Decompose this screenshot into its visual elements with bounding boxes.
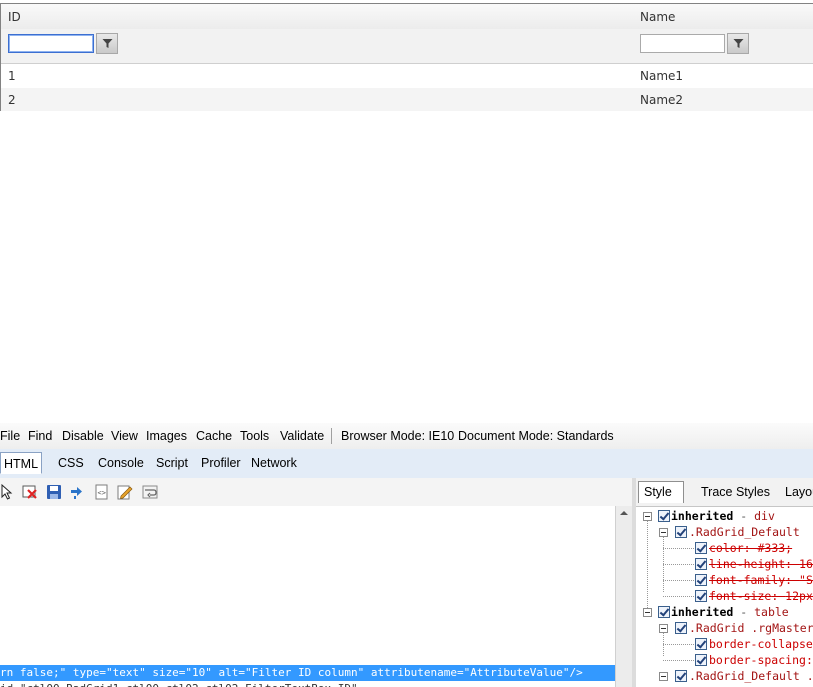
inherited-label: inherited <box>671 605 734 619</box>
rule-checkbox[interactable] <box>675 670 687 682</box>
tab-trace-styles[interactable]: Trace Styles <box>701 485 770 499</box>
edit-icon[interactable] <box>117 484 133 500</box>
rule-checkbox[interactable] <box>658 606 670 618</box>
tab-network[interactable]: Network <box>251 456 297 470</box>
table-row[interactable]: 2 Name2 <box>1 88 813 111</box>
column-header-name[interactable]: Name <box>640 10 675 24</box>
filter-name-button[interactable] <box>727 33 749 54</box>
property-name: line-height <box>709 557 786 571</box>
property-name: font-family <box>709 573 786 587</box>
rule-checkbox[interactable] <box>658 510 670 522</box>
inherited-label: inherited <box>671 509 734 523</box>
collapse-icon[interactable] <box>659 528 668 537</box>
css-selector: .RadGrid .rgMasterTable <box>689 621 813 635</box>
cell-name: Name2 <box>640 93 684 107</box>
separator-dash: - <box>733 605 755 619</box>
html-pane-scrollbar[interactable] <box>615 506 633 687</box>
menu-separator <box>331 428 332 444</box>
property-name: font-size <box>709 589 772 603</box>
tree-connector <box>647 520 648 608</box>
menu-file[interactable]: File <box>0 429 20 443</box>
filter-id-button[interactable] <box>96 33 118 54</box>
filter-icon <box>733 39 743 48</box>
property-name: border-spacing <box>709 653 806 667</box>
menu-images[interactable]: Images <box>146 429 187 443</box>
menu-find[interactable]: Find <box>28 429 52 443</box>
property-name: color <box>709 541 744 555</box>
menu-tools[interactable]: Tools <box>240 429 269 443</box>
property-value: #333; <box>757 541 793 555</box>
tab-css[interactable]: CSS <box>58 456 84 470</box>
style-tab-bar: Style Trace Styles Layout <box>636 478 813 507</box>
column-header-id[interactable]: ID <box>8 10 21 24</box>
document-mode-menu[interactable]: Document Mode: Standards <box>458 429 614 443</box>
radgrid: ID Name 1 Name1 2 Name2 <box>0 3 813 111</box>
tree-connector <box>663 548 696 549</box>
tree-connector <box>663 596 696 597</box>
cell-name: Name1 <box>640 69 684 83</box>
property-checkbox[interactable] <box>695 574 707 586</box>
grid-header: ID Name <box>1 4 813 30</box>
filter-row <box>1 29 813 64</box>
tab-style[interactable]: Style <box>638 481 684 503</box>
collapse-icon[interactable] <box>643 608 652 617</box>
filter-name-input[interactable] <box>640 34 725 53</box>
devtools-menu-bar: File Find Disable View Images Cache Tool… <box>0 423 813 450</box>
menu-cache[interactable]: Cache <box>196 429 232 443</box>
rule-checkbox[interactable] <box>675 622 687 634</box>
css-selector: .RadGrid_Default . <box>689 669 813 683</box>
property-checkbox[interactable] <box>695 654 707 666</box>
separator-dash: - <box>733 509 755 523</box>
collapse-icon[interactable] <box>643 512 652 521</box>
tab-profiler[interactable]: Profiler <box>201 456 241 470</box>
element-tag: div <box>754 509 775 523</box>
cell-id: 2 <box>8 93 16 107</box>
html-tree-pane[interactable]: rn false;" type="text" size="10" alt="Fi… <box>0 506 615 687</box>
dom-tree-icon[interactable]: <> <box>94 484 110 500</box>
tree-connector <box>663 644 696 645</box>
refresh-icon[interactable] <box>69 484 85 500</box>
devtools-tab-bar: HTML CSS Console Script Profiler Network <box>0 449 813 479</box>
property-checkbox[interactable] <box>695 638 707 650</box>
select-element-icon[interactable] <box>0 484 16 500</box>
collapse-icon[interactable] <box>659 672 668 681</box>
tab-console[interactable]: Console <box>98 456 144 470</box>
html-toolbar: <> <box>0 478 636 507</box>
menu-disable[interactable]: Disable <box>62 429 104 443</box>
clear-outlines-icon[interactable] <box>22 484 38 500</box>
property-checkbox[interactable] <box>695 558 707 570</box>
property-value: 16px; <box>799 557 813 571</box>
cell-id: 1 <box>8 69 16 83</box>
property-value: "Segoe UI" <box>799 573 813 587</box>
browser-mode-menu[interactable]: Browser Mode: IE10 <box>341 429 454 443</box>
filter-icon <box>102 39 112 48</box>
tab-layout[interactable]: Layout <box>785 485 813 499</box>
save-icon[interactable] <box>46 484 62 500</box>
filter-id-input[interactable] <box>8 34 94 53</box>
element-tag: table <box>754 605 789 619</box>
tree-connector <box>663 580 696 581</box>
tree-connector <box>663 660 696 661</box>
property-checkbox[interactable] <box>695 542 707 554</box>
property-name: border-collapse <box>709 637 813 651</box>
svg-text:<>: <> <box>98 489 106 497</box>
menu-validate[interactable]: Validate <box>280 429 324 443</box>
html-tree-line[interactable]: id="ctl00_RadGrid1_ctl00_ctl02_ctl02_Fil… <box>0 681 615 687</box>
table-row[interactable]: 1 Name1 <box>1 64 813 88</box>
tab-html[interactable]: HTML <box>0 452 43 474</box>
tab-script[interactable]: Script <box>156 456 188 470</box>
property-value: 12px; <box>785 589 813 603</box>
word-wrap-icon[interactable] <box>142 484 158 500</box>
tree-connector <box>663 564 696 565</box>
style-pane: Style Trace Styles Layout inherited - di… <box>636 478 813 687</box>
selected-html-node[interactable]: rn false;" type="text" size="10" alt="Fi… <box>0 665 615 681</box>
developer-tools-panel: File Find Disable View Images Cache Tool… <box>0 423 813 687</box>
scroll-up-icon[interactable] <box>620 511 628 515</box>
menu-view[interactable]: View <box>111 429 138 443</box>
rule-checkbox[interactable] <box>675 526 687 538</box>
css-selector: .RadGrid_Default <box>689 525 800 539</box>
property-checkbox[interactable] <box>695 590 707 602</box>
collapse-icon[interactable] <box>659 624 668 633</box>
